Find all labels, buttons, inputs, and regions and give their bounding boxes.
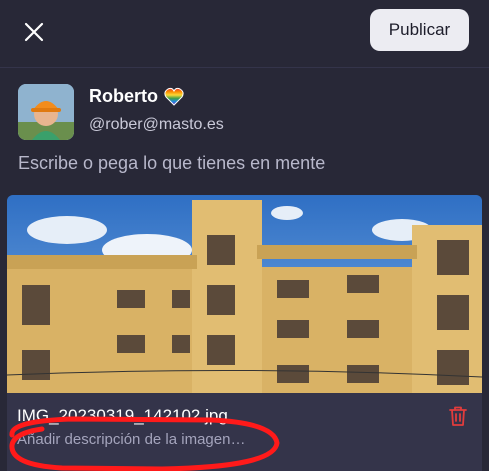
- attachment-filename: IMG_20230319_142102.jpg: [17, 406, 228, 425]
- author-handle: @rober@masto.es: [89, 116, 224, 133]
- author-name: Roberto: [89, 86, 158, 106]
- author-display-name: Roberto: [89, 86, 184, 107]
- close-icon: [24, 22, 44, 42]
- publish-button[interactable]: Publicar: [370, 9, 469, 51]
- media-attachment[interactable]: IMG_20230319_142102.jpg Añadir descripci…: [7, 195, 482, 471]
- compose-input[interactable]: Escribe o pega lo que tienes en mente: [18, 153, 478, 174]
- trash-icon: [449, 406, 467, 426]
- delete-attachment-button[interactable]: [446, 404, 470, 428]
- header-divider: [0, 67, 489, 68]
- close-button[interactable]: [18, 16, 50, 48]
- add-alt-text-link[interactable]: Añadir descripción de la imagen…: [17, 431, 245, 448]
- rainbow-heart-icon: [164, 87, 184, 106]
- avatar-image: [18, 84, 74, 140]
- avatar[interactable]: [18, 84, 74, 140]
- attachment-image: [7, 195, 482, 393]
